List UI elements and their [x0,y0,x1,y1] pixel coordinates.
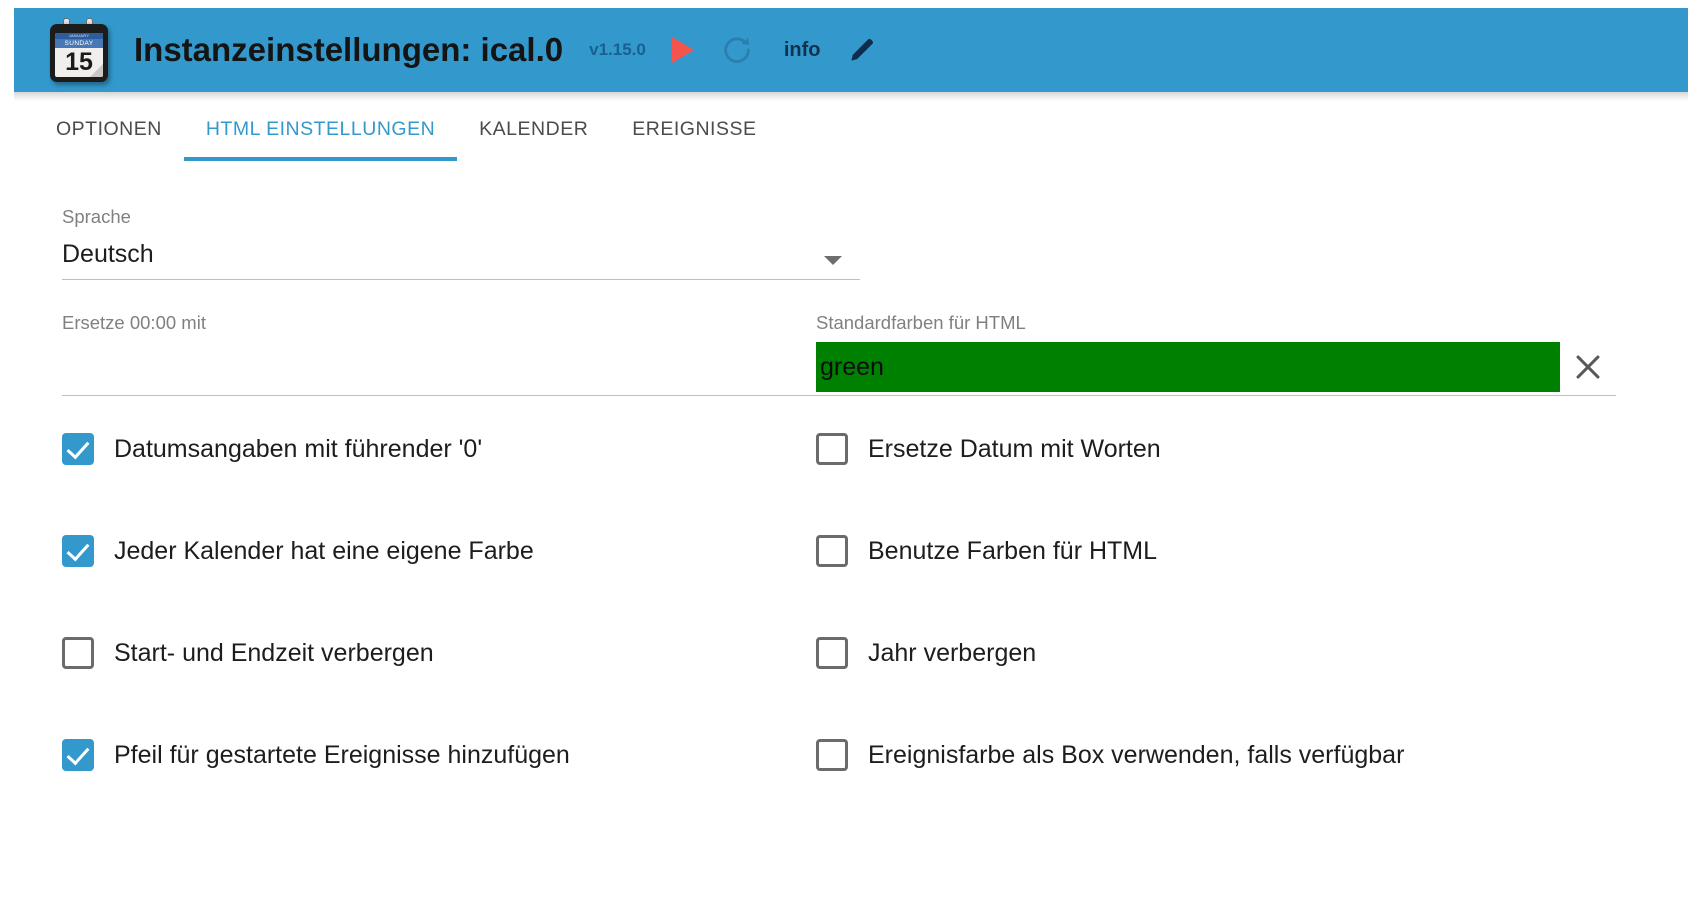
checkbox-row: Pfeil für gestartete Ereignisse hinzufüg… [62,732,1622,834]
checkbox-box[interactable] [62,637,94,669]
info-label[interactable]: info [784,39,821,62]
tab-bar: OPTIONEN HTML EINSTELLUNGEN KALENDER ERE… [14,92,1688,176]
pencil-icon [850,38,873,61]
tab-kalender[interactable]: KALENDER [457,92,610,161]
edit-button[interactable] [847,27,877,73]
tab-optionen[interactable]: OPTIONEN [34,92,184,161]
default-colors-field: Standardfarben für HTML [816,312,1616,396]
restart-instance-button[interactable] [720,27,754,73]
instance-settings-page: JANUARY SUNDAY 15 Instanzeinstellungen: … [0,0,1702,907]
checkbox-hide-start-end-time[interactable]: Start- und Endzeit verbergen [62,630,816,676]
replace-midnight-field: Ersetze 00:00 mit [62,312,862,396]
checkbox-own-color-per-calendar[interactable]: Jeder Kalender hat eine eigene Farbe [62,528,816,574]
checkbox-label: Jeder Kalender hat eine eigene Farbe [114,537,534,565]
checkbox-label: Benutze Farben für HTML [868,537,1158,565]
app-header: JANUARY SUNDAY 15 Instanzeinstellungen: … [14,8,1688,92]
checkbox-add-arrow-started-events[interactable]: Pfeil für gestartete Ereignisse hinzufüg… [62,732,816,778]
calendar-body: JANUARY SUNDAY 15 [50,24,108,82]
checkbox-box[interactable] [62,433,94,465]
start-instance-button[interactable] [671,27,694,73]
tab-html-einstellungen[interactable]: HTML EINSTELLUNGEN [183,92,458,161]
checkbox-box[interactable] [816,433,848,465]
checkbox-box[interactable] [62,535,94,567]
refresh-icon [724,37,750,63]
replace-midnight-input-line [62,338,862,396]
calendar-icon: JANUARY SUNDAY 15 [50,18,112,84]
page-title: Instanzeinstellungen: ical.0 [134,31,564,68]
checkbox-label: Ereignisfarbe als Box verwenden, falls v… [868,741,1405,769]
language-field: Sprache Deutsch [62,206,860,280]
checkbox-use-colors-for-html[interactable]: Benutze Farben für HTML [816,528,1576,574]
checkbox-label: Ersetze Datum mit Worten [868,435,1161,463]
checkbox-label: Pfeil für gestartete Ereignisse hinzufüg… [114,741,570,769]
calendar-face: JANUARY SUNDAY 15 [55,33,103,77]
language-label: Sprache [62,206,131,227]
page-left-margin [0,0,14,907]
version-label: v1.15.0 [589,40,646,59]
tab-ereignisse[interactable]: EREIGNISSE [610,92,778,161]
replace-midnight-label: Ersetze 00:00 mit [62,312,206,333]
clear-default-colors-button[interactable] [1560,343,1616,391]
settings-content: Sprache Deutsch Ersetze 00:00 mit Standa… [14,176,1688,907]
checkbox-leading-zero[interactable]: Datumsangaben mit führender '0' [62,426,816,472]
default-colors-input[interactable] [816,341,1560,392]
checkbox-event-color-as-box[interactable]: Ereignisfarbe als Box verwenden, falls v… [816,732,1576,778]
checkbox-label: Jahr verbergen [868,639,1037,667]
play-icon [671,37,694,63]
calendar-weekday-label: SUNDAY [55,39,103,48]
checkbox-row: Jeder Kalender hat eine eigene Farbe Ben… [62,528,1622,630]
checkbox-box[interactable] [816,535,848,567]
checkbox-row: Datumsangaben mit führender '0' Ersetze … [62,426,1622,528]
default-colors-label: Standardfarben für HTML [816,312,1026,333]
checkbox-row: Start- und Endzeit verbergen Jahr verber… [62,630,1622,732]
checkbox-replace-date-with-words[interactable]: Ersetze Datum mit Worten [816,426,1576,472]
default-colors-input-line [816,338,1616,396]
checkbox-box[interactable] [816,739,848,771]
checkbox-box[interactable] [816,637,848,669]
page-right-margin [1688,0,1702,907]
calendar-page-fold [90,64,103,77]
replace-midnight-input[interactable] [62,341,806,392]
checkbox-label: Start- und Endzeit verbergen [114,639,434,667]
language-selected-value: Deutsch [62,240,154,268]
options-checkbox-grid: Datumsangaben mit führender '0' Ersetze … [62,426,1622,834]
checkbox-label: Datumsangaben mit führender '0' [114,435,483,463]
checkbox-box[interactable] [62,739,94,771]
checkbox-hide-year[interactable]: Jahr verbergen [816,630,1576,676]
language-select[interactable]: Deutsch [62,238,860,280]
chevron-down-icon [824,256,842,265]
